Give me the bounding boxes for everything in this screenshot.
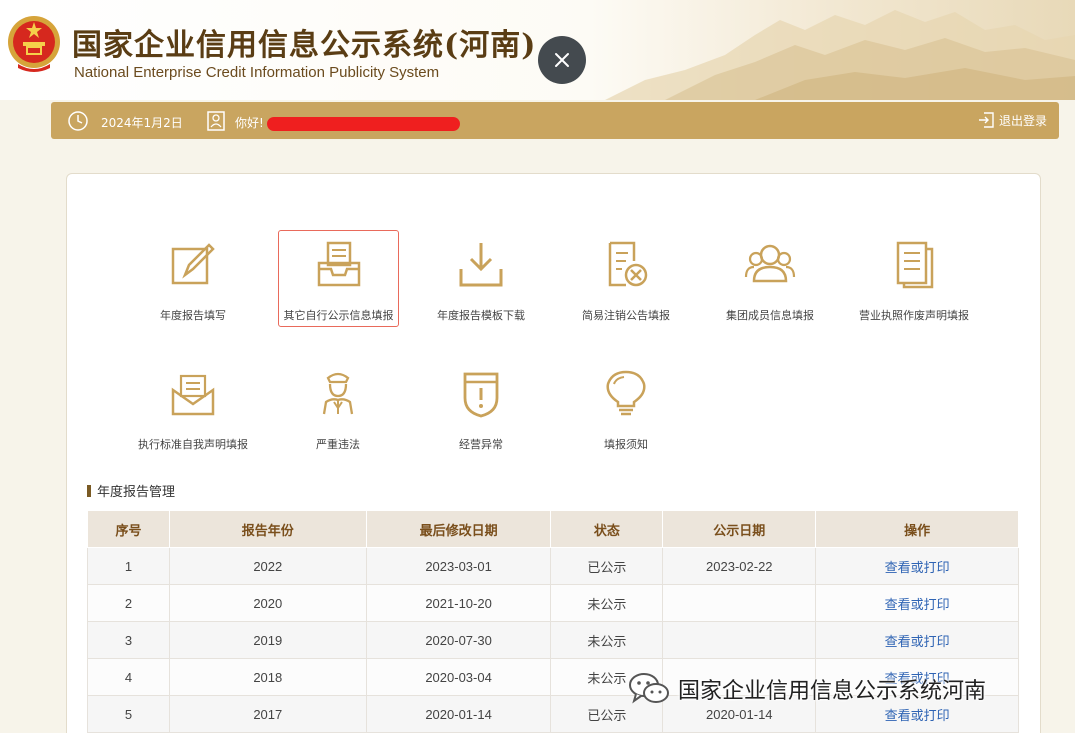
download-icon	[459, 243, 503, 287]
alert-shield-icon	[463, 372, 499, 418]
envelope-icon	[171, 374, 215, 416]
report-year: 2022	[168, 547, 367, 585]
section-title: 年度报告管理	[87, 481, 175, 500]
tile-serious-violation[interactable]: 严重违法	[278, 360, 398, 456]
column-header: 最后修改日期	[365, 510, 552, 548]
modified-date: 2020-01-14	[365, 695, 552, 733]
view-print-link[interactable]: 查看或打印	[815, 621, 1019, 659]
logout-icon	[978, 112, 994, 128]
row-number: 4	[87, 658, 170, 696]
tile-label: 年度报告填写	[160, 309, 226, 322]
site-header: 国家企业信用信息公示系统(河南) National Enterprise Cre…	[0, 0, 1075, 100]
public-date	[662, 621, 817, 659]
tile-annual-report-fill[interactable]: 年度报告填写	[133, 231, 253, 327]
section-marker	[87, 485, 91, 497]
row-number: 1	[87, 547, 170, 585]
user-card-icon	[207, 111, 225, 131]
status-bar: 2024年1月2日 你好! 退出登录	[51, 102, 1059, 139]
tile-other-self-disclosure[interactable]: 其它自行公示信息填报	[278, 230, 399, 327]
greeting: 你好!	[235, 116, 264, 130]
status: 已公示	[550, 547, 664, 585]
modified-date: 2020-03-04	[365, 658, 552, 696]
tile-license-void-statement[interactable]: 营业执照作废声明填报	[854, 231, 974, 327]
modified-date: 2020-07-30	[365, 621, 552, 659]
tile-label: 严重违法	[316, 438, 360, 451]
report-year: 2020	[168, 584, 367, 622]
main-panel: 年度报告填写 其它自行公示信息填报 年度报告模板下载 简易注销公告填报 集团成员…	[66, 173, 1041, 733]
tile-label: 年度报告模板下载	[437, 309, 525, 322]
tile-filing-notice[interactable]: 填报须知	[566, 360, 686, 456]
table-row: 3 2019 2020-07-30 未公示 查看或打印	[87, 621, 1019, 659]
license-document-icon	[896, 241, 934, 289]
current-date: 2024年1月2日	[101, 116, 183, 130]
table-row: 2 2020 2021-10-20 未公示 查看或打印	[87, 584, 1019, 622]
tile-group-members[interactable]: 集团成员信息填报	[710, 231, 830, 327]
report-year: 2018	[168, 658, 367, 696]
modified-date: 2021-10-20	[365, 584, 552, 622]
view-print-link[interactable]: 查看或打印	[815, 584, 1019, 622]
tile-label: 经营异常	[459, 438, 503, 451]
row-number: 2	[87, 584, 170, 622]
column-header: 报告年份	[168, 510, 367, 548]
lightbulb-icon	[606, 370, 646, 416]
row-number: 3	[87, 621, 170, 659]
wechat-watermark: 国家企业信用信息公示系统河南	[628, 672, 986, 706]
mountain-scenery	[605, 10, 1075, 100]
tile-label: 集团成员信息填报	[726, 309, 814, 322]
wechat-icon	[629, 673, 669, 704]
tile-label: 营业执照作废声明填报	[859, 309, 969, 322]
officer-icon	[322, 372, 354, 415]
modified-date: 2023-03-01	[365, 547, 552, 585]
section-title-text: 年度报告管理	[97, 485, 176, 500]
report-year: 2019	[168, 621, 367, 659]
status: 未公示	[550, 621, 664, 659]
site-subtitle: National Enterprise Credit Information P…	[74, 64, 440, 81]
tile-standard-self-declaration[interactable]: 执行标准自我声明填报	[133, 360, 253, 456]
tile-label: 填报须知	[604, 438, 648, 451]
tile-label: 执行标准自我声明填报	[138, 438, 248, 451]
tile-abnormal-operation[interactable]: 经营异常	[421, 360, 541, 456]
inbox-document-icon	[317, 241, 360, 287]
status: 未公示	[550, 584, 664, 622]
column-header: 操作	[815, 510, 1019, 548]
clock-icon	[68, 111, 88, 131]
column-header: 公示日期	[662, 510, 817, 548]
tile-label: 其它自行公示信息填报	[283, 309, 394, 322]
close-icon	[555, 53, 569, 67]
row-number: 5	[87, 695, 170, 733]
redacted-username	[267, 117, 460, 131]
table-header-row: 序号 报告年份 最后修改日期 状态 公示日期 操作	[87, 510, 1019, 548]
site-title: 国家企业信用信息公示系统(河南)	[72, 28, 537, 63]
watermark-text: 国家企业信用信息公示系统河南	[678, 679, 987, 704]
table-row: 1 2022 2023-03-01 已公示 2023-02-22 查看或打印	[87, 547, 1019, 585]
logout-label: 退出登录	[998, 113, 1047, 128]
document-cancel-icon	[608, 241, 648, 287]
column-header: 序号	[87, 510, 170, 548]
tile-template-download[interactable]: 年度报告模板下载	[421, 231, 541, 327]
column-header: 状态	[550, 510, 664, 548]
logout-button[interactable]: 退出登录	[977, 111, 1047, 129]
view-print-link[interactable]: 查看或打印	[815, 547, 1019, 585]
national-emblem-icon	[8, 16, 60, 72]
tile-simple-deregistration[interactable]: 简易注销公告填报	[566, 231, 686, 327]
edit-report-icon	[171, 243, 215, 285]
public-date: 2023-02-22	[662, 547, 817, 585]
report-year: 2017	[168, 695, 367, 733]
public-date	[662, 584, 817, 622]
close-button[interactable]	[538, 36, 586, 84]
group-members-icon	[744, 244, 796, 283]
tile-label: 简易注销公告填报	[582, 309, 670, 322]
